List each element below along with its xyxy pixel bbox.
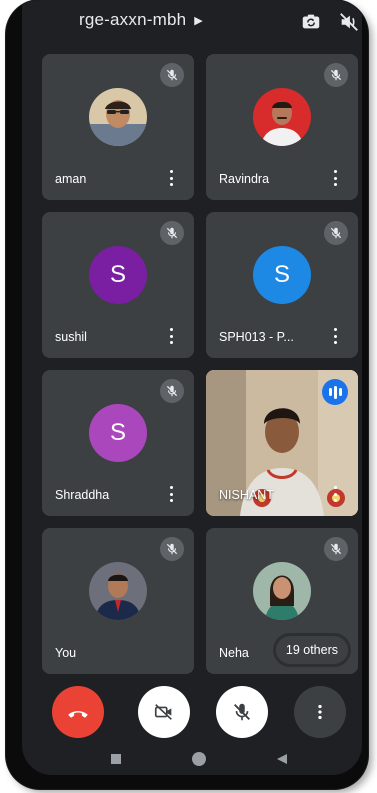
mic-off-icon — [324, 63, 348, 87]
mic-off-icon — [160, 63, 184, 87]
audio-output-icon[interactable] — [338, 11, 360, 33]
system-nav-bar — [22, 745, 362, 775]
more-options-icon[interactable] — [332, 486, 338, 502]
top-bar: rge-axxn-mbh ▶ — [22, 0, 362, 48]
mic-off-icon — [160, 537, 184, 561]
end-call-icon — [68, 711, 88, 718]
more-options-icon[interactable] — [332, 328, 338, 344]
phone-frame: rge-axxn-mbh ▶ aman Ravindra S sushil S … — [6, 0, 368, 789]
participant-name: You — [55, 646, 77, 660]
avatar — [253, 88, 311, 146]
mic-off-icon — [324, 537, 348, 561]
mic-off-icon — [234, 703, 250, 721]
more-options-icon[interactable] — [168, 170, 174, 186]
more-options-button[interactable] — [294, 686, 346, 738]
participant-tile-self[interactable]: You — [42, 528, 194, 674]
recents-icon[interactable] — [110, 753, 122, 765]
participant-name: SPH013 - P... — [219, 330, 294, 344]
participant-grid: aman Ravindra S sushil S SPH013 - P... S… — [42, 54, 358, 674]
participant-tile[interactable]: S SPH013 - P... — [206, 212, 358, 358]
participant-name: sushil — [55, 330, 87, 344]
participant-tile[interactable]: Ravindra — [206, 54, 358, 200]
camera-off-icon — [154, 704, 172, 720]
avatar: S — [253, 246, 311, 304]
participant-tile[interactable]: Neha 19 others — [206, 528, 358, 674]
others-count-badge[interactable]: 19 others — [275, 636, 348, 664]
participant-tile[interactable]: S sushil — [42, 212, 194, 358]
end-call-button[interactable] — [52, 686, 104, 738]
meeting-code-text: rge-axxn-mbh — [79, 10, 187, 29]
switch-camera-icon[interactable] — [300, 11, 322, 33]
avatar — [89, 562, 147, 620]
mic-off-icon — [324, 221, 348, 245]
participant-tile-video[interactable]: NISHANT — [206, 370, 358, 516]
avatar-letter: S — [109, 419, 126, 446]
participant-tile[interactable]: aman — [42, 54, 194, 200]
call-controls — [22, 686, 362, 742]
more-options-icon — [318, 704, 322, 720]
meeting-code-button[interactable]: rge-axxn-mbh ▶ — [79, 10, 203, 30]
more-options-icon[interactable] — [168, 328, 174, 344]
mic-toggle-button[interactable] — [216, 686, 268, 738]
speaking-indicator-icon — [322, 379, 348, 405]
avatar-letter: S — [273, 261, 290, 288]
participant-name: NISHANT — [219, 488, 274, 502]
avatar: S — [89, 404, 147, 462]
home-icon[interactable] — [191, 751, 207, 767]
mic-off-icon — [160, 379, 184, 403]
avatar — [89, 88, 147, 146]
avatar-letter: S — [109, 261, 126, 288]
chevron-right-icon: ▶ — [194, 14, 203, 27]
camera-toggle-button[interactable] — [138, 686, 190, 738]
back-icon[interactable] — [276, 753, 288, 765]
mic-off-icon — [160, 221, 184, 245]
participant-tile[interactable]: S Shraddha — [42, 370, 194, 516]
participant-name: Ravindra — [219, 172, 270, 186]
avatar — [253, 562, 311, 620]
more-options-icon[interactable] — [332, 170, 338, 186]
meet-screen: rge-axxn-mbh ▶ aman Ravindra S sushil S … — [22, 0, 362, 775]
participant-name: Shraddha — [55, 488, 110, 502]
participant-name: aman — [55, 172, 87, 186]
participant-name: Neha — [219, 646, 249, 660]
avatar: S — [89, 246, 147, 304]
more-options-icon[interactable] — [168, 486, 174, 502]
